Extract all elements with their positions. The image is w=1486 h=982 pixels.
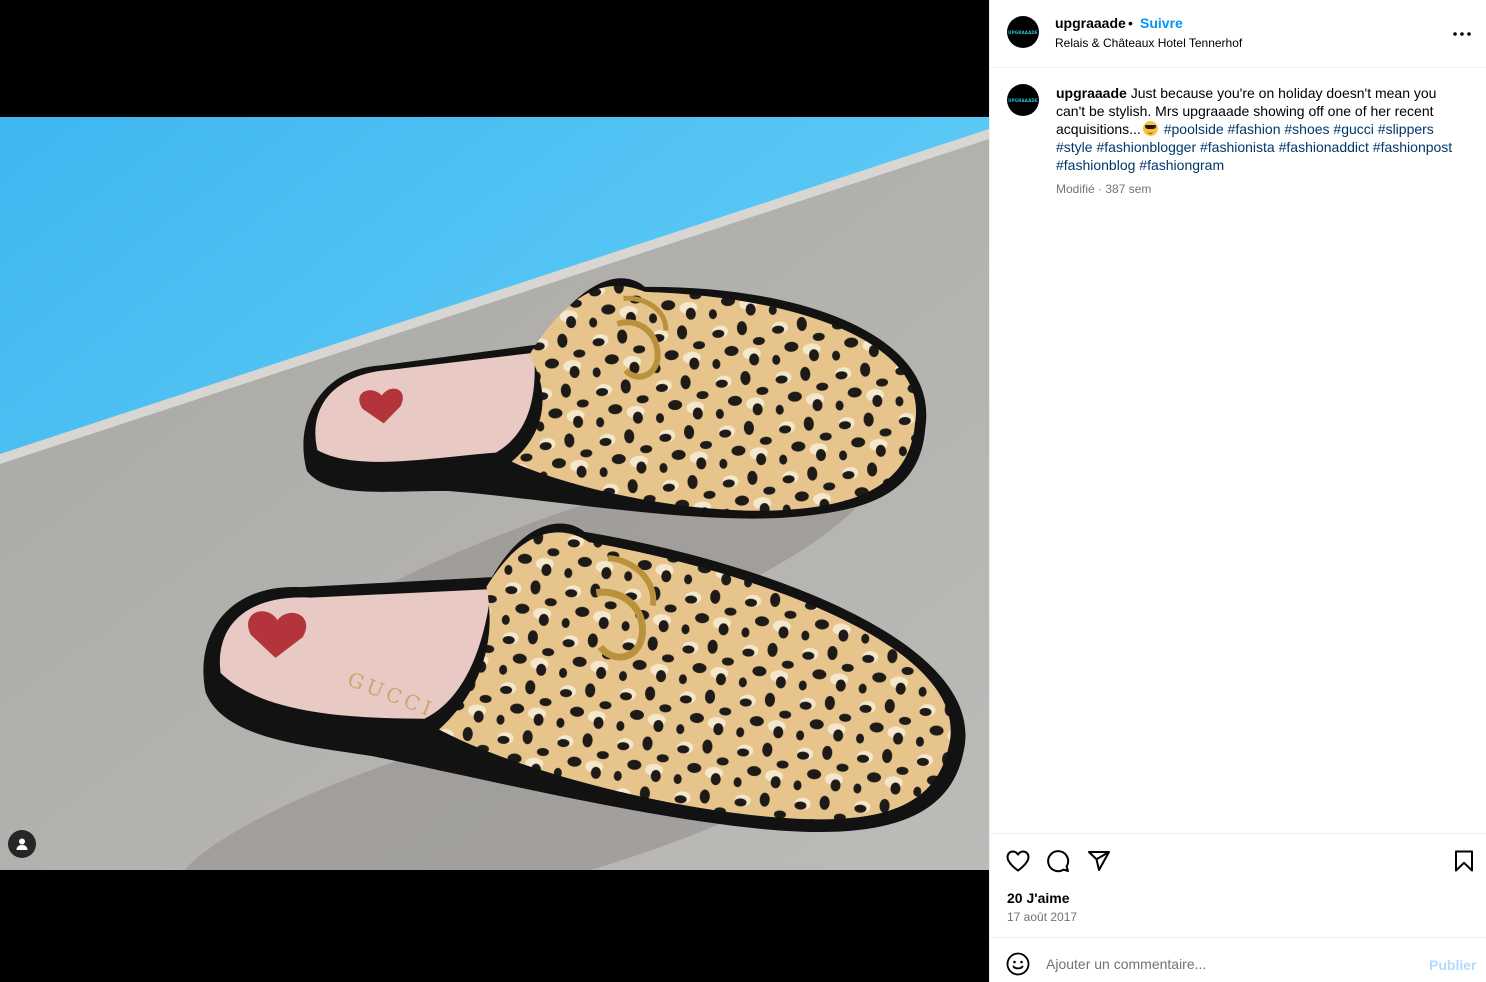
caption-avatar[interactable]: UPGRAAADE	[1007, 84, 1039, 116]
post-sidebar: UPGRAAADE upgraaade • Suivre Relais & Ch…	[989, 0, 1486, 982]
follow-button[interactable]: Suivre	[1140, 15, 1183, 31]
hashtag-link[interactable]: #fashionblog	[1056, 157, 1135, 173]
separator-dot: •	[1128, 15, 1133, 31]
location-link[interactable]: Relais & Châteaux Hotel Tennerhof	[1055, 36, 1242, 50]
hashtag-link[interactable]: #style	[1056, 139, 1093, 155]
like-button[interactable]	[1005, 848, 1031, 874]
hashtag-link[interactable]: #fashionaddict	[1279, 139, 1369, 155]
post-caption: upgraaade Just because you're on holiday…	[1056, 84, 1466, 174]
emoji-picker-button[interactable]	[1006, 952, 1032, 978]
post-media: GUCCI	[0, 0, 989, 982]
comment-button[interactable]	[1045, 848, 1071, 874]
emoji-icon	[1006, 952, 1030, 976]
avatar-logo-text: UPGRAAADE	[1008, 97, 1038, 103]
post-photo[interactable]: GUCCI	[0, 117, 989, 870]
hashtag-link[interactable]: #shoes	[1284, 121, 1329, 137]
sunglasses-emoji-icon	[1142, 121, 1158, 136]
publish-button[interactable]: Publier	[1429, 957, 1476, 973]
comment-icon	[1047, 850, 1070, 873]
share-button[interactable]	[1086, 848, 1112, 874]
hashtag-link[interactable]: #slippers	[1378, 121, 1434, 137]
hashtag-link[interactable]: #fashion	[1228, 121, 1281, 137]
hashtag-link[interactable]: #fashionpost	[1373, 139, 1452, 155]
post-date[interactable]: 17 août 2017	[1007, 910, 1077, 924]
comments-area: UPGRAAADE upgraaade Just because you're …	[990, 68, 1486, 833]
bookmark-icon	[1455, 850, 1473, 872]
share-icon	[1088, 851, 1110, 871]
avatar[interactable]: UPGRAAADE	[1007, 16, 1039, 48]
user-icon	[16, 838, 28, 850]
post-header: UPGRAAADE upgraaade • Suivre Relais & Ch…	[990, 0, 1486, 68]
heart-icon	[1006, 850, 1030, 872]
likes-count[interactable]: 20 J'aime	[1007, 890, 1070, 906]
username-link[interactable]: upgraaade	[1055, 15, 1126, 31]
hashtag-link[interactable]: #poolside	[1164, 121, 1224, 137]
hashtag-link[interactable]: #fashionista	[1200, 139, 1275, 155]
hashtag-link[interactable]: #fashionblogger	[1096, 139, 1196, 155]
more-horizontal-icon	[1453, 32, 1471, 36]
post-actions: 20 J'aime 17 août 2017	[990, 833, 1486, 937]
avatar-logo-text: UPGRAAADE	[1008, 29, 1038, 35]
hashtag-link[interactable]: #gucci	[1333, 121, 1373, 137]
comment-bar: Publier	[990, 937, 1486, 982]
hashtag-link[interactable]: #fashiongram	[1139, 157, 1224, 173]
save-button[interactable]	[1451, 848, 1477, 874]
caption-username[interactable]: upgraaade	[1056, 85, 1127, 101]
comment-input[interactable]	[1046, 950, 1406, 978]
more-options-button[interactable]	[1450, 22, 1474, 46]
caption-meta: Modifié · 387 sem	[1056, 182, 1152, 196]
tagged-users-button[interactable]	[8, 830, 36, 858]
